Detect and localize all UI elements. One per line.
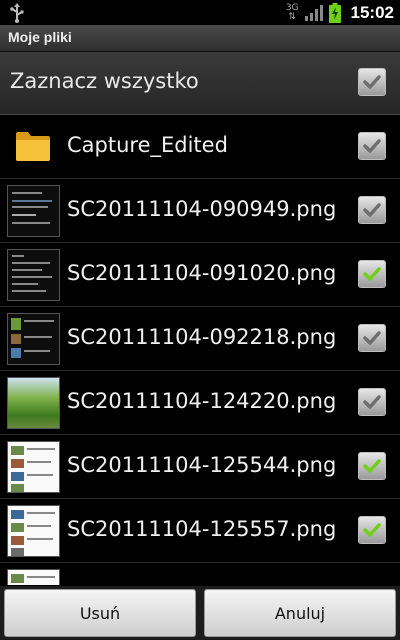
- file-name: SC20111104-125544.png: [67, 453, 337, 477]
- list-item[interactable]: SC20111104-124220.png: [0, 371, 400, 435]
- file-checkbox[interactable]: [358, 132, 386, 160]
- battery-charging-icon: [328, 2, 341, 23]
- file-name: SC20111104-090949.png: [67, 197, 337, 221]
- title-bar: Moje pliki: [0, 25, 400, 52]
- list-item-partial[interactable]: [0, 563, 400, 585]
- file-checkbox[interactable]: [358, 324, 386, 352]
- app-title: Moje pliki: [8, 29, 72, 45]
- image-thumbnail: [7, 313, 60, 365]
- image-thumbnail: [7, 377, 60, 429]
- select-all-label: Zaznacz wszystko: [10, 69, 199, 93]
- list-item[interactable]: SC20111104-091020.png: [0, 243, 400, 307]
- list-item[interactable]: SC20111104-092218.png: [0, 307, 400, 371]
- check-icon: [363, 331, 381, 345]
- image-thumbnail: [7, 569, 60, 585]
- select-all-checkbox[interactable]: [358, 68, 386, 96]
- folder-icon: [16, 132, 50, 161]
- status-bar: 3G ⇅ 15:02: [0, 0, 400, 25]
- check-icon: [363, 139, 381, 153]
- list-item[interactable]: SC20111104-125557.png: [0, 499, 400, 563]
- check-icon: [363, 395, 381, 409]
- file-checkbox[interactable]: [358, 452, 386, 480]
- image-thumbnail: [7, 505, 60, 557]
- list-item[interactable]: Capture_Edited: [0, 115, 400, 179]
- image-thumbnail: [7, 249, 60, 301]
- file-name: SC20111104-091020.png: [67, 261, 337, 285]
- file-checkbox[interactable]: [358, 260, 386, 288]
- check-icon: [363, 267, 381, 281]
- file-checkbox[interactable]: [358, 516, 386, 544]
- file-name: SC20111104-124220.png: [67, 389, 337, 413]
- delete-button[interactable]: Usuń: [4, 589, 196, 637]
- check-icon: [363, 203, 381, 217]
- list-item[interactable]: SC20111104-090949.png: [0, 179, 400, 243]
- file-checkbox[interactable]: [358, 196, 386, 224]
- file-name: SC20111104-125557.png: [67, 517, 337, 541]
- network-type: 3G ⇅: [285, 2, 299, 22]
- list-item[interactable]: SC20111104-125544.png: [0, 435, 400, 499]
- file-checkbox[interactable]: [358, 388, 386, 416]
- select-all-row[interactable]: Zaznacz wszystko: [0, 52, 400, 115]
- cancel-button[interactable]: Anuluj: [204, 589, 396, 637]
- image-thumbnail: [7, 441, 60, 493]
- file-name: Capture_Edited: [67, 133, 228, 157]
- signal-icon: [304, 4, 323, 21]
- file-list[interactable]: Capture_Edited SC20111104-090949.png SC2…: [0, 115, 400, 585]
- clock: 15:02: [350, 2, 394, 22]
- image-thumbnail: [7, 185, 60, 237]
- action-bar: Usuń Anuluj: [0, 586, 400, 640]
- usb-icon: [8, 3, 26, 23]
- check-icon: [363, 75, 381, 89]
- check-icon: [363, 523, 381, 537]
- file-name: SC20111104-092218.png: [67, 325, 337, 349]
- check-icon: [363, 459, 381, 473]
